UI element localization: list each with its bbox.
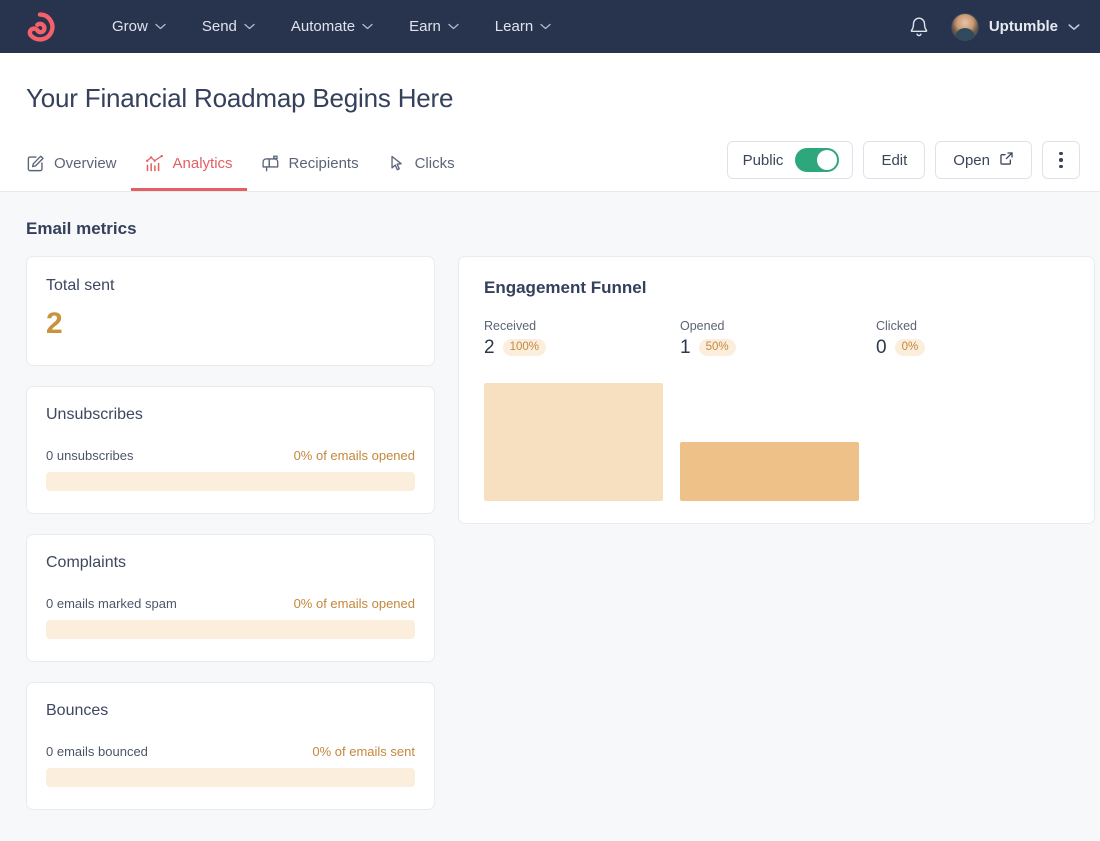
visibility-label: Public [743,152,784,169]
tab-label: Clicks [415,156,455,171]
tab-recipients[interactable]: Recipients [247,154,373,191]
more-options-button[interactable] [1042,141,1080,179]
chevron-down-icon [540,23,551,30]
edit-button[interactable]: Edit [863,141,925,179]
metric-progress-bar [46,472,415,491]
metric-percent-label: 0% of emails opened [294,448,415,463]
cursor-pointer-icon [387,154,406,173]
external-link-icon [999,151,1014,170]
avatar [951,13,979,41]
nav-item-automate[interactable]: Automate [291,19,373,34]
tab-label: Analytics [173,156,233,171]
metric-percent-label: 0% of emails sent [312,744,415,759]
funnel-stage-percent: 50% [699,339,736,357]
kit-logo-icon[interactable] [24,11,56,43]
metric-progress-bar [46,768,415,787]
visibility-toggle-group[interactable]: Public [727,141,854,179]
user-name: Uptumble [989,18,1058,35]
total-sent-label: Total sent [46,277,415,295]
tab-overview[interactable]: Overview [26,154,131,191]
funnel-stage-label: Received [484,319,680,333]
metric-row: 0 emails marked spam 0% of emails opened [46,596,415,611]
card-bounces: Bounces 0 emails bounced 0% of emails se… [26,682,435,810]
header-actions: Public Edit Open [727,141,1080,191]
chevron-down-icon [244,23,255,30]
bar-chart-trend-icon [145,154,164,173]
funnel-stat-opened: Opened 1 50% [680,319,876,357]
top-navigation-bar: Grow Send Automate Earn Learn [0,0,1100,53]
funnel-stage-label: Opened [680,319,876,333]
page-title: Your Financial Roadmap Begins Here [26,53,1080,114]
funnel-stat-clicked: Clicked 0 0% [876,319,1072,357]
nav-item-learn[interactable]: Learn [495,19,551,34]
funnel-stat-received: Received 2 100% [484,319,680,357]
funnel-stage-count: 1 [680,338,691,357]
chevron-down-icon [155,23,166,30]
chevron-down-icon [1068,18,1080,36]
card-complaints: Complaints 0 emails marked spam 0% of em… [26,534,435,662]
metric-row: 0 emails bounced 0% of emails sent [46,744,415,759]
nav-item-grow[interactable]: Grow [112,19,166,34]
page-header: Your Financial Roadmap Begins Here Overv… [0,53,1100,192]
funnel-stage-percent: 0% [895,339,926,357]
nav-item-label: Automate [291,19,355,34]
metric-row: 0 unsubscribes 0% of emails opened [46,448,415,463]
tab-clicks[interactable]: Clicks [373,154,469,191]
nav-item-earn[interactable]: Earn [409,19,459,34]
funnel-stage-values: 0 0% [876,338,1072,357]
card-title: Complaints [46,554,415,572]
metric-count-label: 0 unsubscribes [46,448,133,463]
mailbox-icon [261,154,280,173]
card-title: Unsubscribes [46,406,415,424]
metrics-grid: Total sent 2 Unsubscribes 0 unsubscribes… [26,256,1080,810]
nav-item-label: Learn [495,19,533,34]
nav-item-label: Grow [112,19,148,34]
card-title: Bounces [46,702,415,720]
tab-row: Overview [26,137,1080,191]
toggle-knob [817,150,837,170]
main-content: Email metrics Total sent 2 Unsubscribes … [0,192,1100,810]
metric-count-label: 0 emails marked spam [46,596,177,611]
metrics-column-right: Engagement Funnel Received 2 100% Opened… [458,256,1095,524]
funnel-stage-percent: 100% [503,339,546,357]
chevron-down-icon [362,23,373,30]
funnel-title: Engagement Funnel [484,278,1072,298]
funnel-chart [484,377,1072,501]
funnel-stage-count: 0 [876,338,887,357]
funnel-bar-opened [680,442,859,501]
funnel-stage-values: 2 100% [484,338,680,357]
funnel-stats: Received 2 100% Opened 1 50% [484,319,1072,357]
kebab-menu-icon [1059,152,1063,169]
nav-item-label: Send [202,19,237,34]
tab-list: Overview [26,154,469,191]
open-button[interactable]: Open [935,141,1032,179]
funnel-stage-count: 2 [484,338,495,357]
edit-square-icon [26,154,45,173]
total-sent-value: 2 [46,309,415,339]
funnel-stage-values: 1 50% [680,338,876,357]
section-title-email-metrics: Email metrics [26,192,1080,256]
card-total-sent: Total sent 2 [26,256,435,366]
funnel-stage-label: Clicked [876,319,1072,333]
nav-item-label: Earn [409,19,441,34]
bell-icon[interactable] [909,16,929,38]
tab-label: Overview [54,156,117,171]
metric-percent-label: 0% of emails opened [294,596,415,611]
primary-nav: Grow Send Automate Earn Learn [112,19,551,34]
metric-count-label: 0 emails bounced [46,744,148,759]
nav-right-group: Uptumble [909,13,1080,41]
metric-progress-bar [46,620,415,639]
visibility-toggle[interactable] [795,148,839,172]
tab-label: Recipients [289,156,359,171]
chevron-down-icon [448,23,459,30]
funnel-bar-received [484,383,663,501]
tab-analytics[interactable]: Analytics [131,154,247,191]
metrics-column-left: Total sent 2 Unsubscribes 0 unsubscribes… [26,256,435,810]
card-engagement-funnel: Engagement Funnel Received 2 100% Opened… [458,256,1095,524]
nav-item-send[interactable]: Send [202,19,255,34]
card-unsubscribes: Unsubscribes 0 unsubscribes 0% of emails… [26,386,435,514]
open-button-label: Open [953,152,990,169]
user-menu[interactable]: Uptumble [951,13,1080,41]
